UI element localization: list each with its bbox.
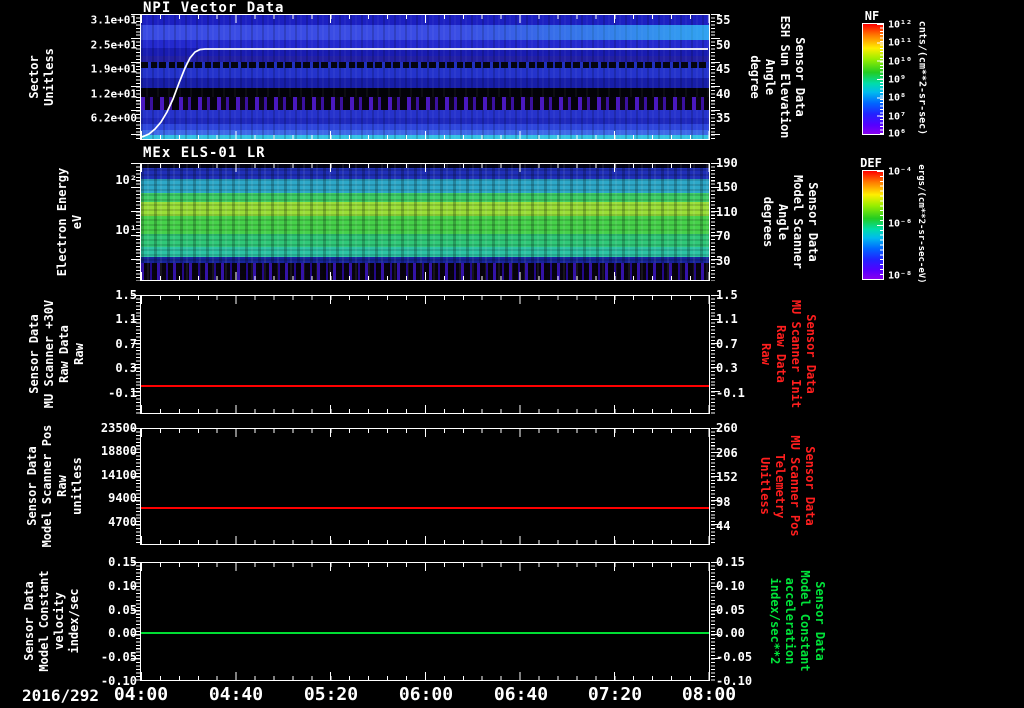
y-tick-label: 1.1 [716, 312, 738, 327]
colorbar-tick-label: 10⁻⁸ [888, 270, 913, 282]
colorbar-nf-ticks [877, 24, 883, 134]
x-axis-date-label: 2016/292 [22, 686, 100, 705]
panel5-right-axis-title: Sensor Data Model Constant acceleration … [768, 570, 827, 672]
y-tick-label: -0.1 [716, 385, 745, 400]
x-tick-label: 07:20 [587, 684, 643, 705]
y-tick-label: 10² [115, 172, 137, 187]
x-tick-label: 04:40 [208, 684, 264, 705]
x-tick-label: 04:00 [113, 684, 169, 705]
colorbar-tick-label: 10⁸ [888, 92, 907, 104]
panel2-title: MEx ELS-01 LR [143, 145, 266, 161]
colorbar-tick-label: 10¹⁰ [888, 56, 913, 68]
panel3-annotations: 1.5 1.1 0.7 0.3 -0.1 1.5 1.1 0.7 0.3 -0.… [0, 288, 1024, 414]
y-tick-label: -0.05 [100, 650, 137, 665]
colorbar-tick-label: 10⁻⁶ [888, 218, 913, 230]
y-tick-label: 30 [716, 253, 731, 268]
y-tick-label: 190 [716, 156, 738, 170]
y-tick-label: 0.05 [716, 602, 745, 617]
y-tick-label: 150 [716, 180, 738, 195]
y-tick-label: 10¹ [115, 223, 137, 238]
y-tick-label: -0.1 [108, 385, 137, 400]
y-tick-label: 44 [716, 519, 731, 534]
y-tick-label: 0.3 [115, 361, 137, 376]
colorbar-tick-label: 10¹² [888, 19, 913, 31]
y-tick-label: 40 [716, 87, 731, 101]
colorbar-nf [862, 23, 884, 135]
y-tick-label: 18800 [100, 444, 137, 459]
y-tick-label: 1.9e+01 [90, 62, 137, 76]
panel5-left-axis-title: Sensor Data Model Constant velocity inde… [22, 570, 81, 672]
y-tick-label: 35 [716, 110, 731, 125]
y-tick-label: 14100 [100, 467, 137, 482]
y-tick-label: 2.5e+01 [90, 38, 137, 52]
plot-canvas: NPI Vector Data 3.1e+01 2.5e+01 1.9e+01 … [0, 0, 1024, 708]
y-tick-label: 260 [716, 421, 738, 435]
y-tick-label: 9400 [108, 491, 137, 506]
y-tick-label: 0.15 [716, 555, 745, 569]
y-tick-label: 0.7 [716, 336, 738, 351]
y-tick-label: 6.2e+00 [90, 111, 137, 125]
colorbar-def-ticks [877, 171, 883, 279]
y-tick-label: 152 [716, 470, 738, 485]
y-tick-label: 3.1e+01 [90, 13, 137, 27]
panel4-right-axis-title: Sensor Data MU Scanner Pos Telemetry Uni… [758, 435, 817, 537]
y-tick-label: 0.10 [108, 578, 137, 593]
y-tick-label: 50 [716, 37, 731, 52]
y-tick-label: 0.00 [716, 626, 745, 641]
y-tick-label: 110 [716, 204, 738, 219]
colorbar-nf-name: NF [864, 9, 880, 23]
colorbar-tick-label: 10⁶ [888, 128, 907, 140]
x-tick-label: 06:00 [398, 684, 454, 705]
y-tick-label: -0.05 [716, 650, 753, 665]
y-tick-label: 55 [716, 13, 731, 28]
y-tick-label: 45 [716, 62, 731, 77]
y-tick-label: 0.10 [716, 578, 745, 593]
colorbar-tick-label: 10⁻⁴ [888, 166, 913, 178]
y-tick-label: 0.15 [108, 555, 137, 569]
panel2-right-axis-title: Sensor Data Model Scanner Angle degrees [761, 175, 820, 269]
colorbar-def [862, 170, 884, 280]
y-tick-label: 0.7 [115, 336, 137, 351]
panel1-left-axis-title: Sector Unitless [27, 48, 56, 106]
y-tick-label: 206 [716, 445, 738, 460]
y-tick-label: 4700 [108, 514, 137, 529]
y-tick-label: 1.2e+01 [90, 87, 137, 101]
y-tick-label: 98 [716, 494, 731, 509]
panel3-right-axis-title: Sensor Data MU Scanner Init Raw Data Raw [759, 299, 818, 409]
colorbar-tick-label: 10⁷ [888, 111, 907, 123]
y-tick-label: 0.3 [716, 361, 738, 376]
colorbar-def-units: ergs/(cm**2-sr-sec-eV) [916, 164, 926, 284]
panel2-left-axis-title: Electron Energy eV [55, 167, 84, 277]
panel4-left-axis-title: Sensor Data Model Scanner Pos Raw unitle… [25, 424, 84, 548]
y-tick-label: 1.5 [115, 288, 137, 302]
panel5-annotations: 0.15 0.10 0.05 0.00 -0.05 -0.10 0.15 0.1… [0, 555, 1024, 688]
x-tick-label: 05:20 [303, 684, 359, 705]
colorbar-nf-units: cnts/(cm**2-sr-sec) [916, 20, 928, 136]
y-tick-label: 23500 [100, 421, 137, 435]
panel1-right-axis-title: Sensor Data ESH Sun Elevation Angle degr… [748, 15, 807, 139]
y-tick-label: 0.00 [108, 626, 137, 641]
colorbar-tick-label: 10⁹ [888, 74, 907, 86]
y-tick-label: 0.05 [108, 602, 137, 617]
panel3-left-axis-title: Sensor Data MU Scanner +30V Raw Data Raw [27, 299, 86, 409]
y-tick-label: 1.1 [115, 312, 137, 327]
y-tick-label: 70 [716, 229, 731, 244]
x-tick-label: 08:00 [681, 684, 737, 705]
colorbar-def-name: DEF [860, 156, 882, 170]
y-tick-label: 1.5 [716, 288, 738, 302]
panel4-annotations: 23500 18800 14100 9400 4700 260 206 152 … [0, 421, 1024, 545]
x-tick-label: 06:40 [493, 684, 549, 705]
colorbar-tick-label: 10¹¹ [888, 37, 913, 49]
